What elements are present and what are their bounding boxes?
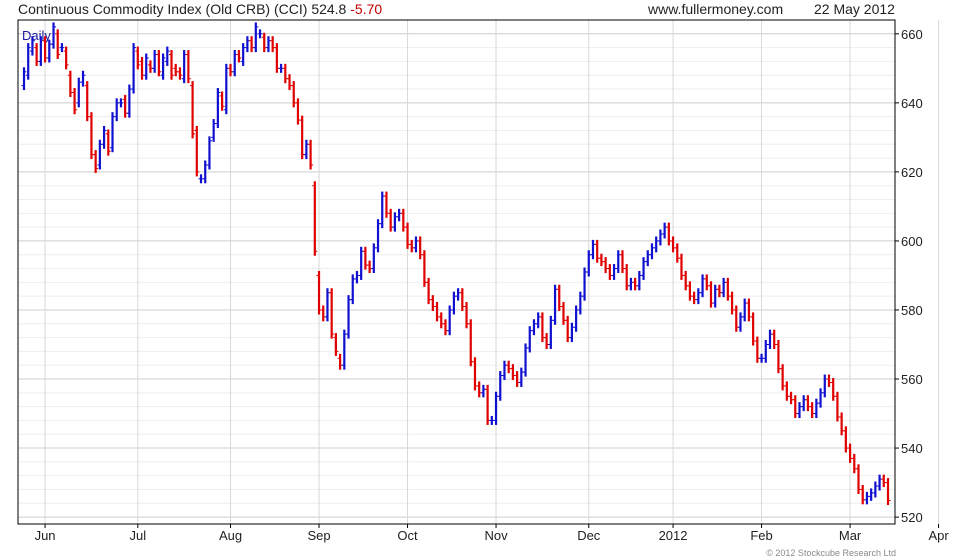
y-tick-label: 580 — [901, 303, 923, 318]
x-tick-label: Oct — [397, 528, 418, 543]
price-chart: 520 540 560 580 600 620 640 660 Jun Jul Aug Sep Oct N… — [17, 19, 949, 543]
x-tick-label: Aug — [219, 528, 242, 543]
y-tick-label: 540 — [901, 441, 923, 456]
x-tick-label: Sep — [307, 528, 330, 543]
x-tick-label: Mar — [839, 528, 862, 543]
y-tick-label: 520 — [901, 510, 923, 525]
x-tick-label: Dec — [577, 528, 601, 543]
x-tick-label: Jul — [129, 528, 146, 543]
y-tick-label: 640 — [901, 96, 923, 111]
x-tick-label: Jun — [35, 528, 56, 543]
y-tick-label: 620 — [901, 165, 923, 180]
y-tick-label: 560 — [901, 372, 923, 387]
y-tick-label: 600 — [901, 234, 923, 249]
y-tick-label: 660 — [901, 27, 923, 42]
x-tick-label: Apr — [928, 528, 949, 543]
x-tick-label: 2012 — [659, 528, 688, 543]
copyright-notice: © 2012 Stockcube Research Ltd — [766, 548, 896, 558]
x-tick-label: Feb — [750, 528, 772, 543]
period-label: Daily — [22, 28, 51, 43]
x-tick-label: Nov — [484, 528, 508, 543]
